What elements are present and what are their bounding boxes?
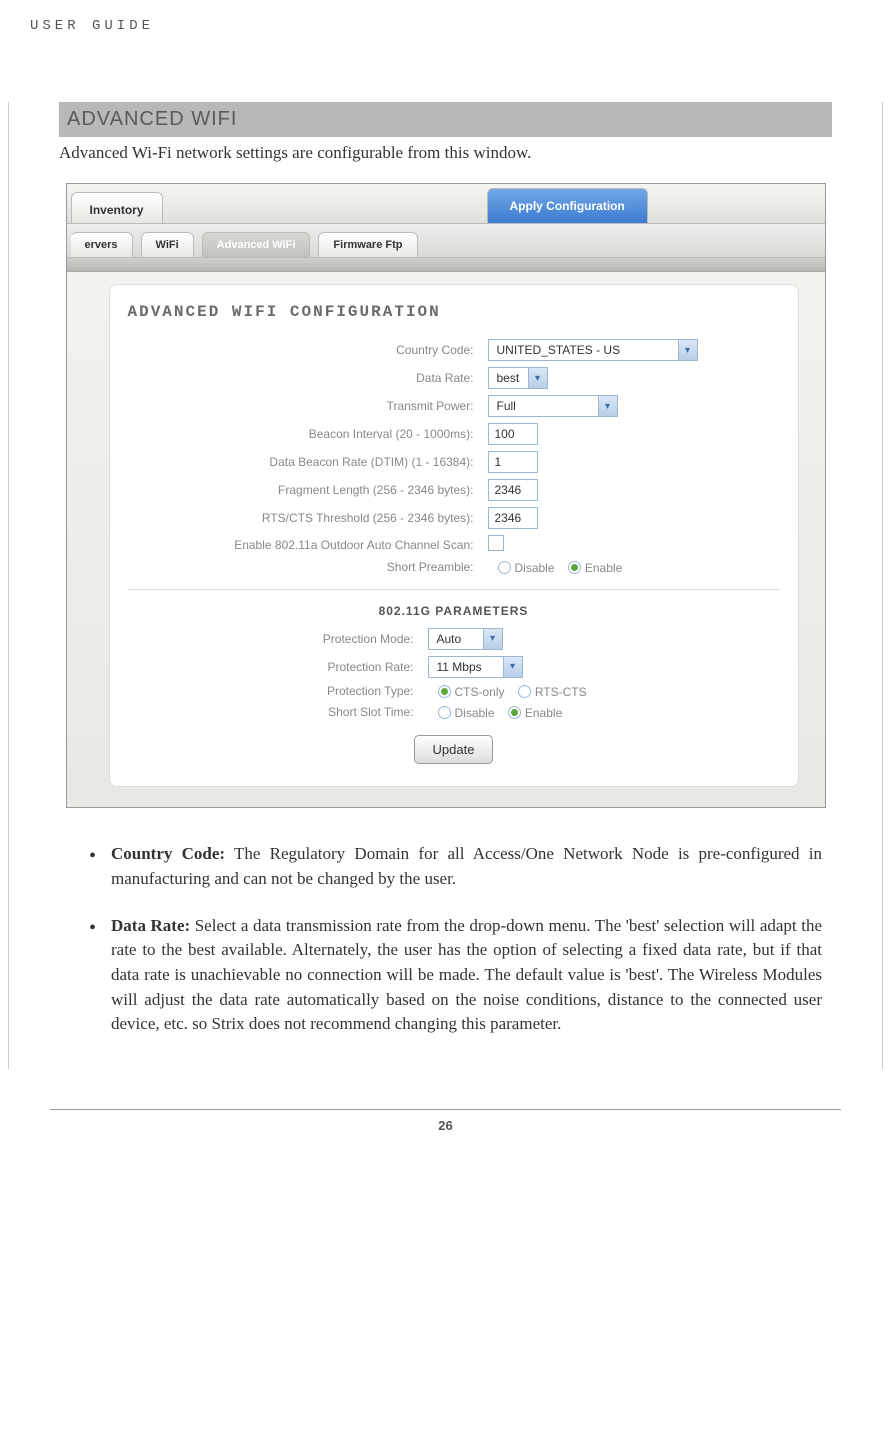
label-dtim: Data Beacon Rate (DTIM) (1 - 16384): (128, 455, 488, 469)
radio-label-slot-enable: Enable (525, 705, 562, 719)
subpanel-title: 802.11G PARAMETERS (128, 604, 780, 618)
select-tx-value: Full (488, 395, 598, 417)
select-country-value: UNITED_STATES - US (488, 339, 678, 361)
config-screenshot: Inventory Apply Configuration ervers WiF… (66, 183, 826, 808)
bullet-country-code: Country Code: The Regulatory Domain for … (89, 842, 822, 891)
bullet-data-rate: Data Rate: Select a data transmission ra… (89, 914, 822, 1037)
tab-apply-configuration[interactable]: Apply Configuration (487, 188, 648, 223)
select-protection-mode[interactable]: Auto ▾ (428, 628, 503, 650)
select-data-rate-value: best (488, 367, 528, 389)
input-rts-threshold[interactable] (488, 507, 538, 529)
label-fragment-length: Fragment Length (256 - 2346 bytes): (128, 483, 488, 497)
divider (128, 589, 780, 590)
section-title: ADVANCED WIFI (67, 108, 237, 130)
bullet-country-label: Country Code: (111, 844, 225, 863)
config-panel: ADVANCED WIFI CONFIGURATION Country Code… (109, 284, 799, 787)
radio-rts-cts[interactable] (518, 685, 531, 698)
page-number: 26 (438, 1118, 452, 1133)
radio-slot-disable[interactable] (438, 706, 451, 719)
chevron-down-icon: ▾ (598, 395, 618, 417)
label-protection-mode: Protection Mode: (128, 632, 428, 646)
bullet-data-text: Select a data transmission rate from the… (111, 916, 822, 1034)
intro-text: Advanced Wi-Fi network settings are conf… (59, 143, 832, 163)
radio-preamble-disable[interactable] (498, 561, 511, 574)
radio-preamble-enable[interactable] (568, 561, 581, 574)
tab-firmware-ftp[interactable]: Firmware Ftp (318, 232, 417, 257)
tab-wifi[interactable]: WiFi (141, 232, 194, 257)
label-protection-type: Protection Type: (128, 684, 428, 698)
radio-label-slot-disable: Disable (455, 705, 495, 719)
sub-bar (67, 258, 825, 272)
section-title-bar: ADVANCED WIFI (59, 102, 832, 137)
chevron-down-icon: ▾ (483, 628, 503, 650)
label-beacon-interval: Beacon Interval (20 - 1000ms): (128, 427, 488, 441)
chevron-down-icon: ▾ (678, 339, 698, 361)
label-short-slot: Short Slot Time: (128, 705, 428, 719)
select-pmode-value: Auto (428, 628, 483, 650)
label-auto-channel-scan: Enable 802.11a Outdoor Auto Channel Scan… (128, 538, 488, 552)
input-dtim[interactable] (488, 451, 538, 473)
select-protection-rate[interactable]: 11 Mbps ▾ (428, 656, 523, 678)
radio-label-cts: CTS-only (455, 685, 505, 699)
select-country-code[interactable]: UNITED_STATES - US ▾ (488, 339, 698, 361)
update-button[interactable]: Update (414, 735, 494, 764)
select-data-rate[interactable]: best ▾ (488, 367, 548, 389)
chevron-down-icon: ▾ (528, 367, 548, 389)
checkbox-auto-channel-scan[interactable] (488, 535, 504, 551)
label-short-preamble: Short Preamble: (128, 560, 488, 574)
bullet-list: Country Code: The Regulatory Domain for … (59, 832, 832, 1068)
select-prate-value: 11 Mbps (428, 656, 503, 678)
label-protection-rate: Protection Rate: (128, 660, 428, 674)
radio-slot-enable[interactable] (508, 706, 521, 719)
main-content: ADVANCED WIFI Advanced Wi-Fi network set… (8, 102, 883, 1069)
radio-cts-only[interactable] (438, 685, 451, 698)
label-data-rate: Data Rate: (128, 371, 488, 385)
radio-label-rts: RTS-CTS (535, 685, 587, 699)
select-transmit-power[interactable]: Full ▾ (488, 395, 618, 417)
chevron-down-icon: ▾ (503, 656, 523, 678)
panel-title: ADVANCED WIFI CONFIGURATION (128, 303, 780, 321)
page-footer: 26 (50, 1109, 841, 1163)
input-fragment-length[interactable] (488, 479, 538, 501)
tab-servers-cut[interactable]: ervers (71, 232, 133, 257)
input-beacon-interval[interactable] (488, 423, 538, 445)
sub-tab-row: ervers WiFi Advanced WiFi Firmware Ftp (67, 224, 825, 258)
page-header: USER GUIDE (0, 0, 891, 42)
label-transmit-power: Transmit Power: (128, 399, 488, 413)
bullet-data-label: Data Rate: (111, 916, 190, 935)
tab-advanced-wifi[interactable]: Advanced WiFi (202, 232, 311, 257)
radio-label-enable: Enable (585, 561, 622, 575)
label-rts-threshold: RTS/CTS Threshold (256 - 2346 bytes): (128, 511, 488, 525)
tab-inventory[interactable]: Inventory (71, 192, 163, 223)
radio-label-disable: Disable (515, 561, 555, 575)
top-tab-row: Inventory Apply Configuration (67, 184, 825, 224)
label-country-code: Country Code: (128, 343, 488, 357)
